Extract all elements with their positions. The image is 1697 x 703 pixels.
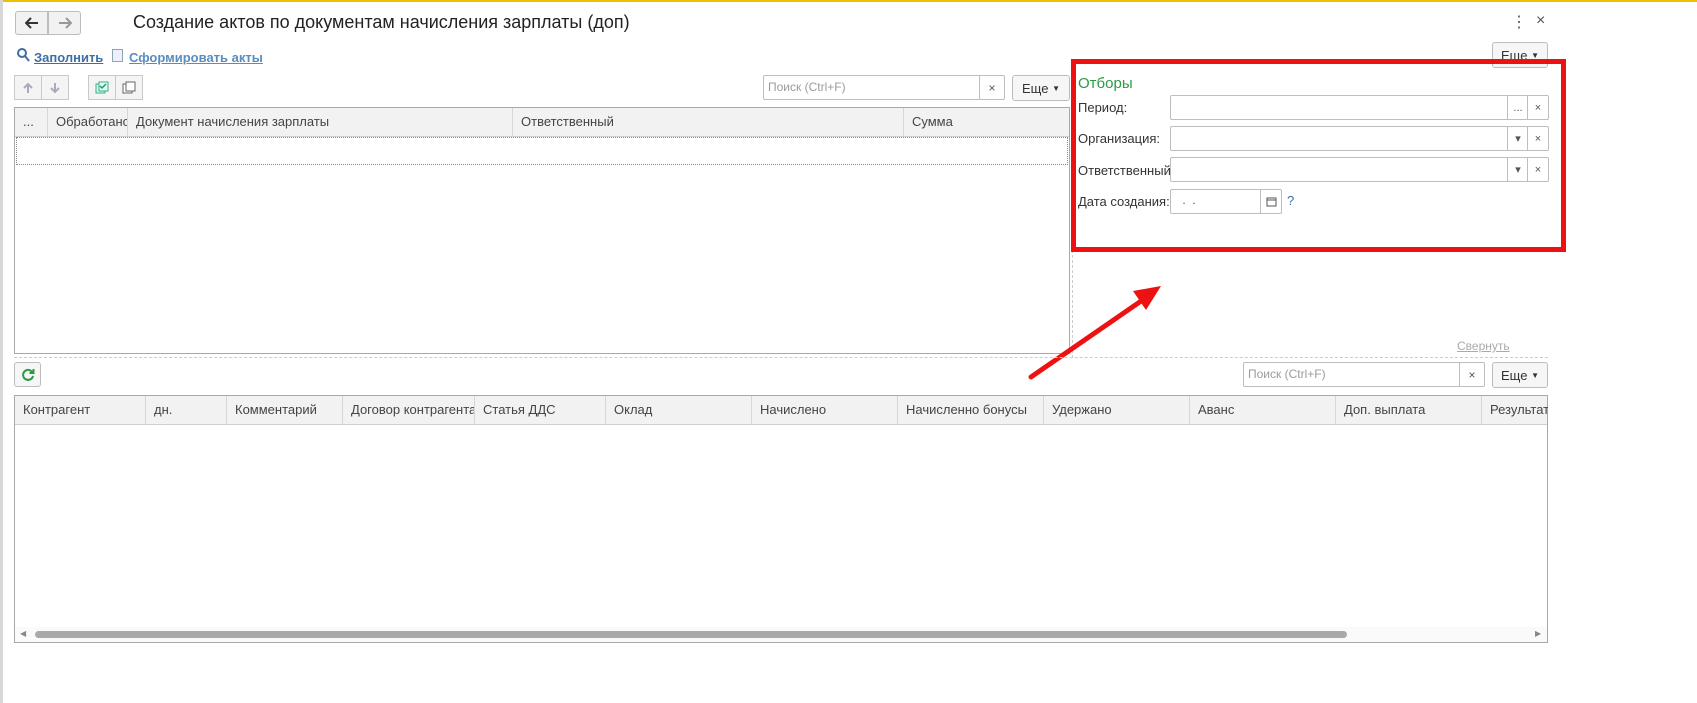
chevron-down-icon: ▼ [1052,83,1060,93]
column-header[interactable]: Контрагент [15,396,146,424]
arrow-down-icon [50,82,60,93]
back-button[interactable] [15,11,48,35]
column-header[interactable]: Документ начисления зарплаты [128,108,513,136]
clear-search-icon[interactable]: × [979,76,1004,99]
more-label: Еще [1022,80,1049,96]
column-header[interactable]: Статья ДДС [475,396,606,424]
search-placeholder: Поиск (Ctrl+F) [1248,367,1326,381]
uncheck-all-button[interactable] [115,75,143,100]
bottom-search-field[interactable]: Поиск (Ctrl+F) × [1243,362,1485,387]
table-header: Контрагент дн. Комментарий Договор контр… [15,396,1548,425]
page-title: Создание актов по документам начисления … [133,12,630,32]
column-header[interactable]: Результат [1482,396,1548,424]
scroll-left-icon[interactable]: ◀ [20,629,26,638]
collapse-link[interactable]: Свернуть [1457,339,1510,353]
documents-table[interactable]: ... Обработано Документ начисления зарпл… [14,107,1070,354]
column-header[interactable]: Комментарий [227,396,343,424]
fill-button[interactable]: Заполнить [34,50,103,65]
column-header[interactable]: Начисленно бонусы [898,396,1044,424]
document-icon [112,49,123,62]
check-all-button[interactable] [88,75,116,100]
column-header[interactable]: Сумма [904,108,1070,136]
check-all-icon [95,81,109,93]
top-table-more-button[interactable]: Еще ▼ [1012,75,1070,101]
column-header[interactable]: Оклад [606,396,752,424]
arrow-up-icon [23,82,33,93]
refresh-button[interactable] [14,362,41,387]
top-border [0,0,1697,2]
uncheck-all-icon [122,81,136,93]
column-header[interactable]: Доп. выплата [1336,396,1482,424]
table-header: ... Обработано Документ начисления зарпл… [15,108,1069,137]
scroll-right-icon[interactable]: ▶ [1535,629,1541,638]
move-down-button[interactable] [41,75,69,100]
column-header[interactable]: Аванс [1190,396,1336,424]
column-header[interactable]: дн. [146,396,227,424]
arrow-left-icon [24,17,38,29]
clear-search-icon[interactable]: × [1459,363,1484,386]
column-header[interactable]: ... [15,108,48,136]
scrollbar-thumb[interactable] [35,631,1347,638]
arrow-right-icon [58,17,72,29]
bottom-table-more-button[interactable]: Еще ▼ [1492,362,1548,388]
forward-button[interactable] [48,11,81,35]
move-up-button[interactable] [14,75,42,100]
details-table[interactable]: Контрагент дн. Комментарий Договор контр… [14,395,1548,643]
column-header[interactable]: Начислено [752,396,898,424]
search-icon [17,48,30,65]
column-header[interactable]: Обработано [48,108,128,136]
highlight-annotation [1071,59,1566,252]
left-border [0,0,3,703]
horizontal-scrollbar[interactable]: ◀ ▶ [15,627,1547,642]
close-icon[interactable]: × [1536,12,1545,30]
search-placeholder: Поиск (Ctrl+F) [768,80,846,94]
chevron-down-icon: ▼ [1531,370,1539,380]
column-header[interactable]: Удержано [1044,396,1190,424]
table-row[interactable] [16,137,1068,165]
more-label: Еще [1501,367,1528,383]
column-header[interactable]: Договор контрагента [343,396,475,424]
column-header[interactable]: Ответственный [513,108,904,136]
top-search-field[interactable]: Поиск (Ctrl+F) × [763,75,1005,100]
annotation-arrow-icon [1028,286,1161,380]
more-vertical-icon[interactable]: ⋮ [1511,12,1527,32]
section-divider [14,357,1548,358]
form-acts-button[interactable]: Сформировать акты [129,50,263,65]
refresh-icon [21,368,34,381]
